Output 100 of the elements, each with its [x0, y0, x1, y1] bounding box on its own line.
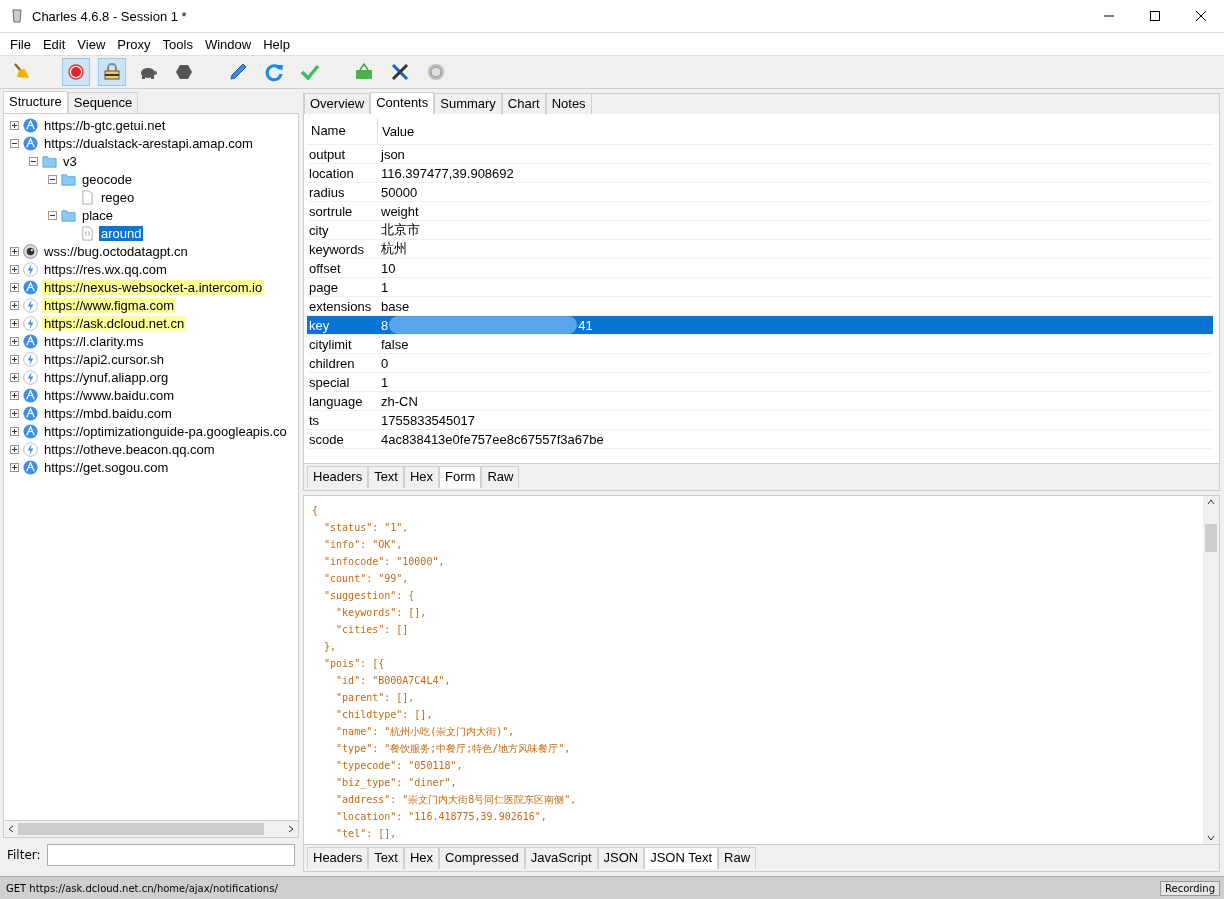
table-row[interactable]: radius 50000 [307, 183, 1213, 202]
tab[interactable]: Raw [481, 466, 520, 488]
table-row[interactable]: location 116.397477,39.908692 [307, 164, 1213, 183]
tab[interactable]: Text [368, 847, 404, 869]
column-header[interactable]: Value [378, 123, 1213, 139]
menu-item[interactable]: Tools [156, 36, 199, 52]
table-row[interactable]: keywords 杭州 [307, 240, 1213, 259]
tree-item[interactable]: https://mbd.baidu.com [42, 405, 174, 421]
tree-item[interactable]: https://ask.dcloud.net.cn [42, 315, 187, 331]
table-row[interactable]: sortrule weight [307, 202, 1213, 221]
tab[interactable]: Hex [404, 847, 440, 869]
collapse-icon[interactable] [48, 210, 57, 220]
tree-item[interactable]: https://nexus-websocket-a.intercom.io [42, 279, 265, 295]
table-row[interactable]: special 1 [307, 373, 1213, 392]
tab[interactable]: Hex [404, 466, 440, 488]
tree-item[interactable]: place [80, 207, 116, 223]
tab[interactable]: Compressed [439, 847, 525, 869]
tab[interactable]: Form [439, 466, 482, 488]
table-row[interactable]: key 8 41 [307, 316, 1213, 335]
expand-icon[interactable] [10, 246, 19, 256]
code-line: "tel": [], [335, 827, 398, 841]
expand-icon[interactable] [10, 120, 19, 130]
table-row[interactable]: scode 4ac838413e0fe757ee8c67557f3a67be [307, 430, 1213, 449]
scrollbar-thumb[interactable] [18, 823, 264, 835]
scrollbar-thumb[interactable] [1205, 524, 1217, 552]
maximize-icon[interactable] [1150, 11, 1160, 21]
globe-icon [23, 387, 38, 403]
table-row[interactable]: output json [307, 145, 1213, 164]
close-icon[interactable] [1196, 11, 1206, 21]
tree-item[interactable]: https://www.baidu.com [42, 387, 177, 403]
globe-icon [23, 459, 38, 475]
tab[interactable]: JavaScript [524, 847, 598, 869]
filter-field[interactable] [46, 844, 295, 866]
collapse-icon[interactable] [10, 138, 19, 148]
tree-item[interactable]: https://api2.cursor.sh [42, 351, 166, 367]
bolt-icon [23, 369, 38, 385]
tab[interactable]: Notes [545, 93, 592, 114]
tree-item[interactable]: https://get.sogou.com [42, 459, 171, 475]
tab[interactable]: JSON Text [644, 847, 719, 869]
tree-item[interactable]: https://otheve.beacon.qq.com [42, 441, 217, 457]
tree-item[interactable]: regeo [99, 189, 137, 205]
expand-icon[interactable] [10, 390, 19, 400]
tab[interactable]: Structure [3, 91, 68, 113]
tab[interactable]: Headers [307, 847, 369, 869]
tree-item[interactable]: around [99, 225, 144, 241]
tree-item[interactable]: https://l.clarity.ms [42, 333, 146, 349]
expand-icon[interactable] [10, 444, 19, 454]
tree-item[interactable]: v3 [61, 153, 79, 169]
tab[interactable]: Headers [307, 466, 369, 488]
collapse-icon[interactable] [29, 156, 38, 166]
column-header[interactable]: Name [307, 118, 378, 144]
table-row[interactable]: offset 10 [307, 259, 1213, 278]
menu-item[interactable]: View [71, 36, 112, 52]
tab[interactable]: Raw [718, 847, 757, 869]
tree-item[interactable]: https://dualstack-arestapi.amap.com [42, 135, 255, 151]
expand-icon[interactable] [10, 282, 19, 292]
collapse-icon[interactable] [48, 174, 57, 184]
tree-item[interactable]: https://b-gtc.getui.net [42, 117, 168, 133]
table-row[interactable]: ts 1755833545017 [307, 411, 1213, 430]
table-row[interactable]: city 北京市 [307, 221, 1213, 240]
expand-icon[interactable] [10, 462, 19, 472]
tree-item[interactable]: https://ynuf.aliapp.org [42, 369, 171, 385]
tab[interactable]: Summary [434, 93, 502, 114]
menu-item[interactable]: Edit [36, 36, 72, 52]
table-cell-text: extensions [308, 298, 373, 314]
table-cell-text: offset [308, 260, 342, 276]
table-row[interactable]: page 1 [307, 278, 1213, 297]
tree-item[interactable]: wss://bug.octodatagpt.cn [42, 243, 190, 259]
bolt-icon [23, 315, 38, 331]
recording-button[interactable]: Recording [1160, 880, 1220, 896]
record-icon[interactable] [62, 58, 90, 86]
expand-icon[interactable] [10, 318, 19, 328]
menu-item[interactable]: Help [257, 36, 296, 52]
menu-item[interactable]: Proxy [111, 36, 157, 52]
tree-item[interactable]: geocode [80, 171, 134, 187]
lock-icon[interactable] [98, 58, 126, 86]
table-row[interactable]: children 0 [307, 354, 1213, 373]
tab[interactable]: JSON [597, 847, 645, 869]
expand-icon[interactable] [10, 372, 19, 382]
table-row[interactable]: language zh-CN [307, 392, 1213, 411]
table-row[interactable]: citylimit false [307, 335, 1213, 354]
menu-item[interactable]: File [4, 36, 37, 52]
table-cell-text: 10 [380, 260, 397, 276]
expand-icon[interactable] [10, 408, 19, 418]
tab[interactable]: Contents [370, 92, 435, 114]
tab[interactable]: Text [368, 466, 404, 488]
expand-icon[interactable] [10, 354, 19, 364]
expand-icon[interactable] [10, 426, 19, 436]
expand-icon[interactable] [10, 264, 19, 274]
expand-icon[interactable] [10, 300, 19, 310]
tab[interactable]: Overview [304, 93, 371, 114]
tree-item[interactable]: https://res.wx.qq.com [42, 261, 169, 277]
tree-item[interactable]: https://www.figma.com [42, 297, 177, 313]
table-cell-text: city [308, 222, 330, 238]
tab[interactable]: Chart [501, 93, 546, 114]
expand-icon[interactable] [10, 336, 19, 346]
menu-item[interactable]: Window [198, 36, 258, 52]
tab[interactable]: Sequence [67, 92, 139, 113]
tree-item[interactable]: https://optimizationguide-pa.googleapis.co [42, 423, 289, 439]
table-cell: 41 [578, 317, 593, 333]
